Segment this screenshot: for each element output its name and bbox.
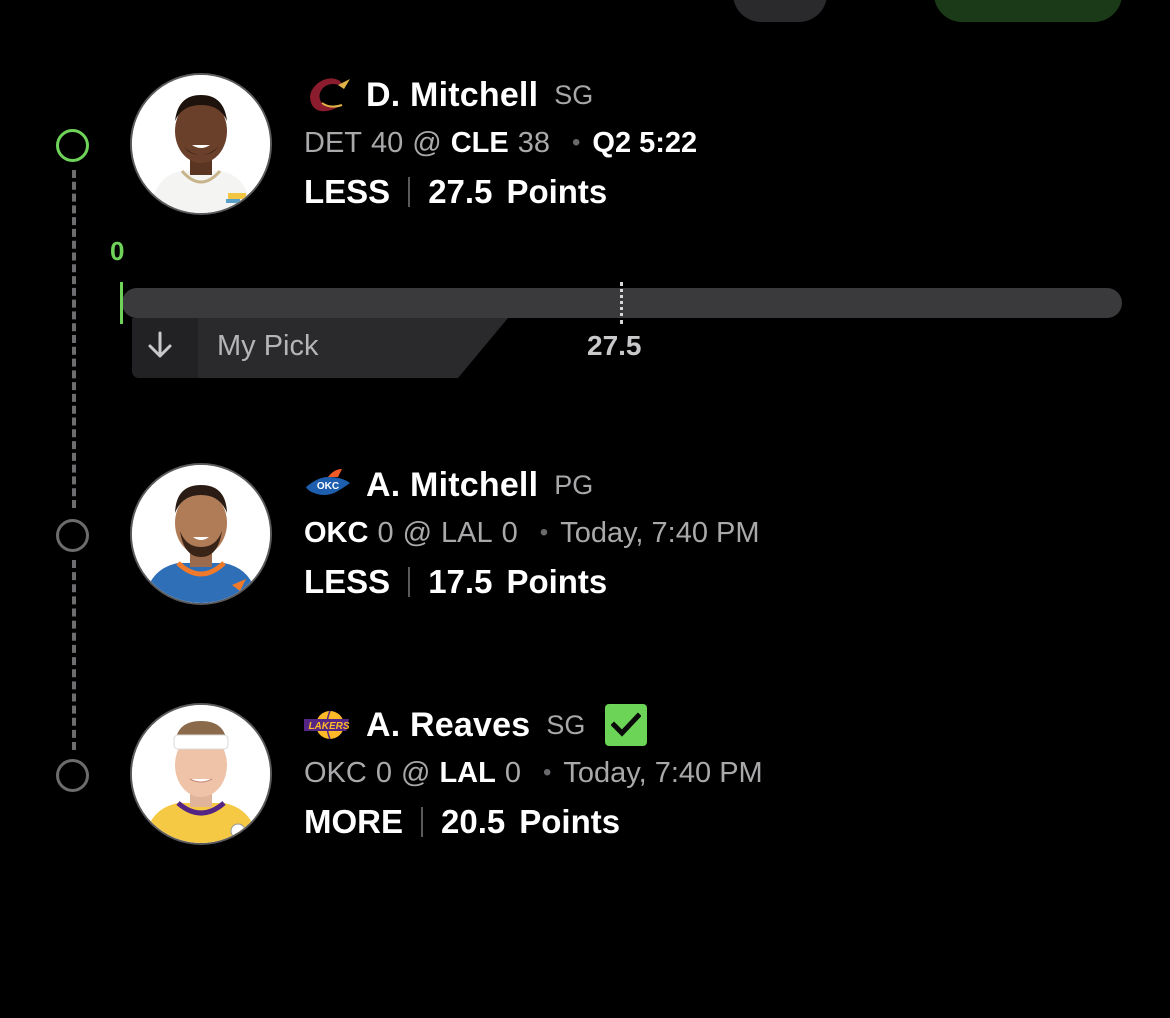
pick-direction: LESS (304, 563, 391, 600)
pick-summary: MORE 20.5 Points (304, 801, 763, 843)
player-headshot-icon (132, 465, 270, 603)
player-name[interactable]: A. Mitchell (366, 466, 538, 505)
home-team: CLE (450, 126, 509, 159)
away-team: DET (304, 126, 362, 159)
separator-dot: • (571, 129, 581, 156)
my-pick-tag: My Pick (132, 318, 508, 378)
lakers-logo-icon: LAKERS (304, 705, 352, 745)
pick-line-value: 27.5 (428, 173, 493, 210)
timeline-connector (72, 170, 76, 508)
at-symbol: @ (412, 126, 442, 159)
pick-stat: Points (506, 563, 608, 600)
at-symbol: @ (400, 756, 431, 789)
away-team: OKC (304, 756, 367, 789)
player-header: OKC A. Mitchell PG (304, 463, 760, 507)
game-clock: Q2 5:22 (592, 126, 698, 159)
away-team: OKC (304, 516, 369, 549)
arrow-down-icon (146, 330, 182, 366)
pick-summary: LESS 27.5 Points (304, 171, 697, 213)
pick-direction: LESS (304, 173, 391, 210)
player-name[interactable]: D. Mitchell (366, 76, 538, 115)
pick-summary: LESS 17.5 Points (304, 561, 760, 603)
away-score: 0 (377, 516, 394, 549)
pick-card-details: OKC A. Mitchell PG OKC 0 @ LAL 0 • Today… (304, 463, 760, 603)
timeline-node (56, 759, 89, 792)
game-info: DET 40 @ CLE 38 • Q2 5:22 (304, 123, 697, 163)
game-time: Today, 7:40 PM (563, 756, 763, 789)
home-score: 0 (504, 756, 521, 789)
pick-direction: MORE (304, 803, 403, 840)
my-pick-label: My Pick (217, 330, 319, 362)
home-team: LAL (439, 756, 496, 789)
away-score: 40 (371, 126, 404, 159)
game-info: OKC 0 @ LAL 0 • Today, 7:40 PM (304, 753, 763, 793)
player-headshot-icon (132, 75, 270, 213)
top-secondary-button[interactable] (733, 0, 827, 22)
divider (408, 177, 411, 207)
pick-line-value: 20.5 (441, 803, 506, 840)
line-marker-label: 27.5 (587, 330, 642, 361)
checkmark-icon (605, 704, 648, 746)
cavaliers-c-logo-icon (304, 75, 352, 115)
home-score: 0 (501, 516, 518, 549)
timeline-node (56, 519, 89, 552)
pick-card-details: D. Mitchell SG DET 40 @ CLE 38 • Q2 5:22… (304, 73, 697, 213)
player-avatar[interactable] (130, 703, 272, 845)
timeline-node-active (56, 129, 89, 162)
divider (421, 807, 423, 837)
player-header: LAKERS A. Reaves SG (304, 703, 763, 747)
top-primary-button[interactable] (934, 0, 1122, 22)
at-symbol: @ (402, 516, 433, 549)
pick-card-details: LAKERS A. Reaves SG OKC 0 @ LAL 0 • Toda… (304, 703, 763, 843)
player-header: D. Mitchell SG (304, 73, 697, 117)
home-score: 38 (517, 126, 550, 159)
divider (408, 567, 411, 597)
away-score: 0 (375, 756, 392, 789)
pick-stat: Points (506, 173, 608, 210)
thunder-okc-logo-icon: OKC (304, 465, 352, 505)
pick-stat: Points (519, 803, 621, 840)
home-team: LAL (441, 516, 493, 549)
current-stat-value: 0 (110, 236, 125, 266)
separator-dot: • (539, 519, 549, 546)
pick-line-value: 17.5 (428, 563, 493, 600)
game-info: OKC 0 @ LAL 0 • Today, 7:40 PM (304, 513, 760, 553)
timeline-connector (72, 560, 76, 750)
player-avatar[interactable] (130, 73, 272, 215)
stat-progress-cursor (120, 282, 123, 324)
game-time: Today, 7:40 PM (560, 516, 760, 549)
svg-text:LAKERS: LAKERS (308, 721, 349, 732)
player-headshot-icon (132, 705, 270, 843)
player-position: SG (546, 709, 586, 740)
separator-dot: • (542, 759, 552, 786)
player-position: SG (554, 79, 594, 110)
player-avatar[interactable] (130, 463, 272, 605)
player-name[interactable]: A. Reaves (366, 706, 530, 745)
player-position: PG (554, 469, 594, 500)
svg-text:OKC: OKC (317, 481, 339, 492)
line-marker (620, 282, 623, 324)
picks-screen: D. Mitchell SG DET 40 @ CLE 38 • Q2 5:22… (0, 0, 1170, 1018)
